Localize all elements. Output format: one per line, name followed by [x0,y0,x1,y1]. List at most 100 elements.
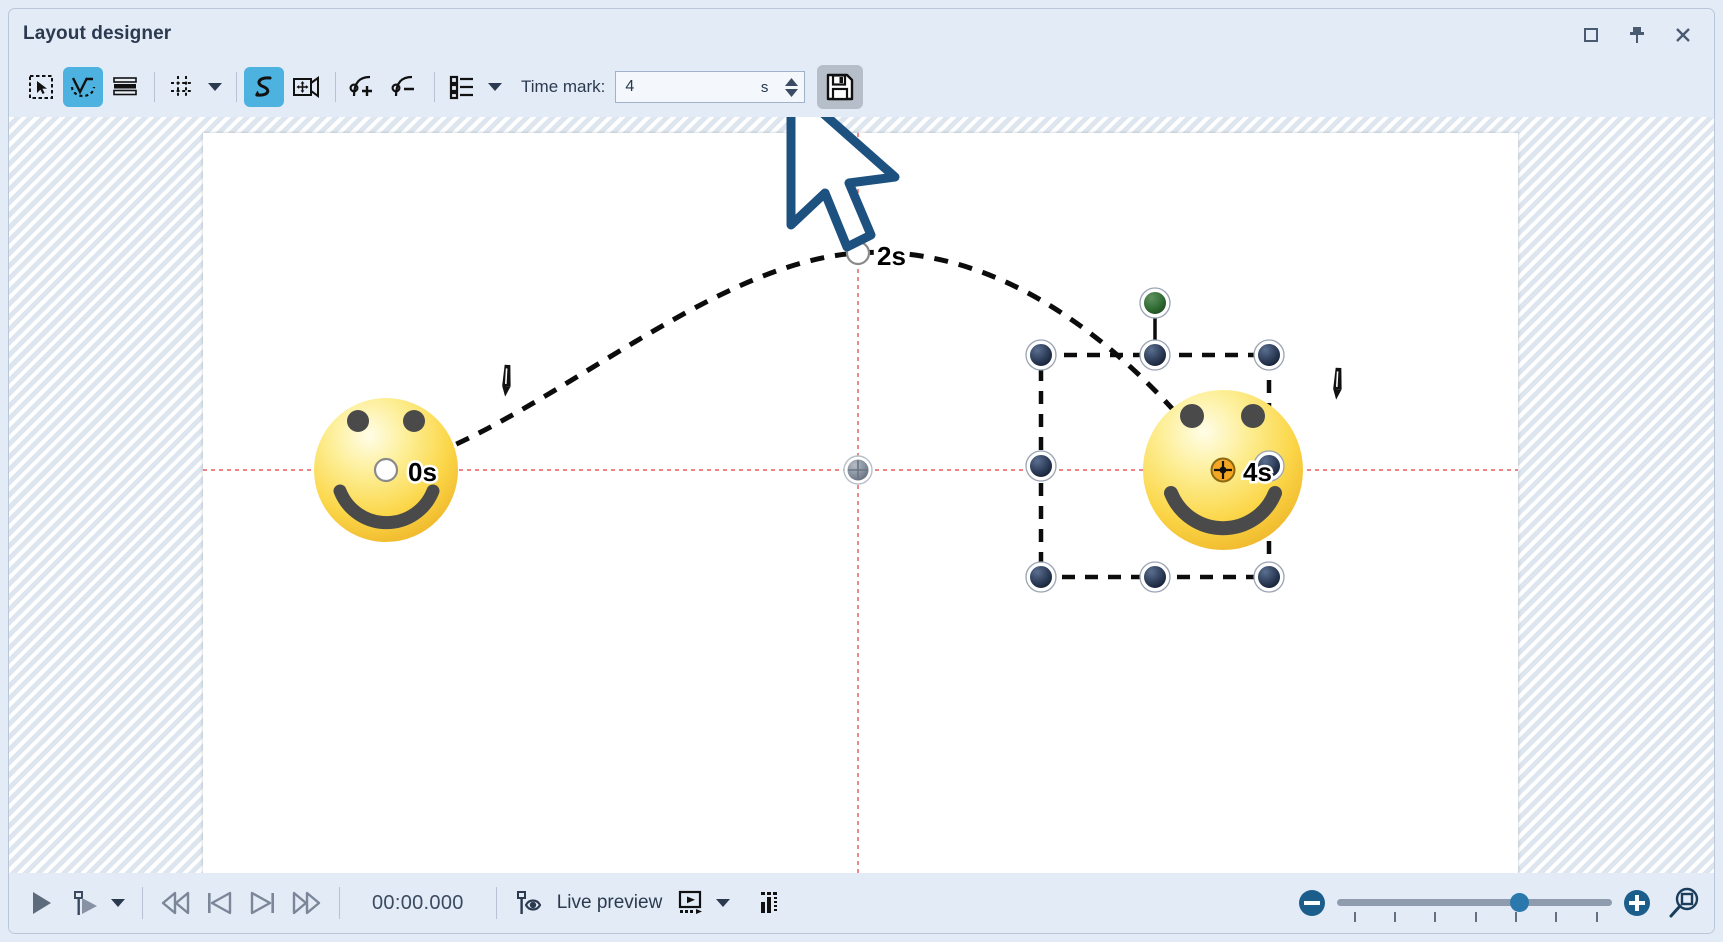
label-2s: 2s [877,241,906,271]
handle-top-right [1254,340,1284,370]
time-mark-field[interactable]: s [615,71,805,103]
grid-icon [169,74,195,100]
align-tool[interactable] [442,67,482,107]
zoom-slider-tick [1596,912,1598,922]
maximize-button[interactable] [1570,16,1612,54]
select-tool[interactable] [21,67,61,107]
preview-dropdown[interactable] [712,883,734,923]
center-handle[interactable] [844,456,872,484]
stepper-down-icon[interactable] [785,89,798,97]
plus-circle-icon [1622,888,1652,918]
chevron-down-icon [207,82,223,92]
zoom-slider[interactable] [1337,886,1612,920]
time-mark-label: Time mark: [521,77,605,97]
fast-forward-icon [291,889,323,917]
layers-tool[interactable] [105,67,145,107]
toolbar-separator [154,72,155,102]
toolbar-separator [434,72,435,102]
path-marker-0s[interactable] [375,459,397,481]
play-from-mark-button[interactable] [63,882,107,924]
pin-button[interactable] [1616,16,1658,54]
play-button[interactable] [19,882,63,924]
fast-forward-button[interactable] [285,882,329,924]
maximize-icon [1581,25,1601,45]
close-button[interactable] [1662,16,1704,54]
main-toolbar: Time mark: s [9,59,1714,115]
play-from-mark-icon [70,889,100,917]
rewind-button[interactable] [153,882,197,924]
path-edit-tool[interactable] [63,67,103,107]
zoom-out-button[interactable] [1295,886,1329,920]
handle-top-left [1026,340,1056,370]
zoom-slider-thumb[interactable] [1510,893,1529,912]
rewind-icon [159,889,191,917]
save-button[interactable] [817,65,863,109]
eye-pin-icon [514,889,544,917]
magnifier-fit-icon [1667,886,1701,920]
label-0s: 0s [408,457,437,487]
time-mark-unit: s [761,79,769,96]
brush-cursor-handle [1320,365,1355,400]
zoom-slider-tick [1434,912,1436,922]
live-preview-label: Live preview [557,892,663,914]
chevron-down-icon [715,898,731,908]
bottom-separator [339,887,340,919]
level-meter-icon [757,889,785,917]
grid-dropdown[interactable] [204,67,226,107]
floppy-disk-icon [825,72,855,102]
align-dropdown[interactable] [484,67,506,107]
time-mark-input[interactable] [623,77,761,97]
grid-tool[interactable] [162,67,202,107]
zoom-slider-track[interactable] [1337,899,1612,906]
toolbar-separator [335,72,336,102]
remove-point-icon [391,74,419,100]
move-frame-tool[interactable] [286,67,326,107]
zoom-slider-ticks [1337,912,1612,922]
zoom-fit-button[interactable] [1664,883,1704,923]
close-icon [1672,24,1694,46]
previous-frame-button[interactable] [197,882,241,924]
window-frame: Layout designer [8,8,1715,934]
motion-path-icon [69,73,97,101]
path-marker-4s[interactable] [1212,459,1235,482]
brush-cursor-path [489,362,524,397]
animation-path-tool[interactable] [244,67,284,107]
video-preview-icon [675,889,705,917]
stepper-up-icon[interactable] [785,78,798,86]
play-dropdown[interactable] [107,883,129,923]
remove-point-tool[interactable] [385,67,425,107]
canvas-area[interactable]: 0s 0s 2s 2s 4s 4s [9,117,1714,883]
title-bar: Layout designer [9,9,1714,59]
motion-path[interactable] [386,252,1223,470]
select-marquee-icon [28,74,54,100]
zoom-slider-tick [1475,912,1477,922]
skip-next-icon [248,889,278,917]
next-frame-button[interactable] [241,882,285,924]
add-point-tool[interactable] [343,67,383,107]
design-page[interactable]: 0s 0s 2s 2s 4s 4s [203,133,1518,880]
level-meter-button[interactable] [749,882,793,924]
page-title: Layout designer [23,23,171,45]
handle-top-center [1140,340,1170,370]
zoom-slider-tick [1354,912,1356,922]
window-buttons [1570,15,1704,55]
play-icon [27,889,55,917]
minus-circle-icon [1297,888,1327,918]
zoom-slider-tick [1555,912,1557,922]
zoom-slider-tick [1515,912,1517,922]
move-frame-icon [292,74,320,100]
time-display: 00:00.000 [372,892,464,915]
curve-arrow-icon [250,73,278,101]
canvas-svg: 0s 0s 2s 2s 4s 4s [203,133,1518,880]
time-mark-stepper[interactable] [780,72,802,102]
zoom-controls [1295,883,1704,923]
zoom-in-button[interactable] [1620,886,1654,920]
handle-rotate [1140,288,1170,318]
layout-designer-window: Layout designer [0,0,1723,942]
path-marker-2s[interactable] [847,242,869,264]
bottom-separator [496,887,497,919]
preview-render-button[interactable] [668,882,712,924]
toolbar-separator [236,72,237,102]
handle-bottom-right [1254,562,1284,592]
live-preview-toggle[interactable] [507,882,551,924]
